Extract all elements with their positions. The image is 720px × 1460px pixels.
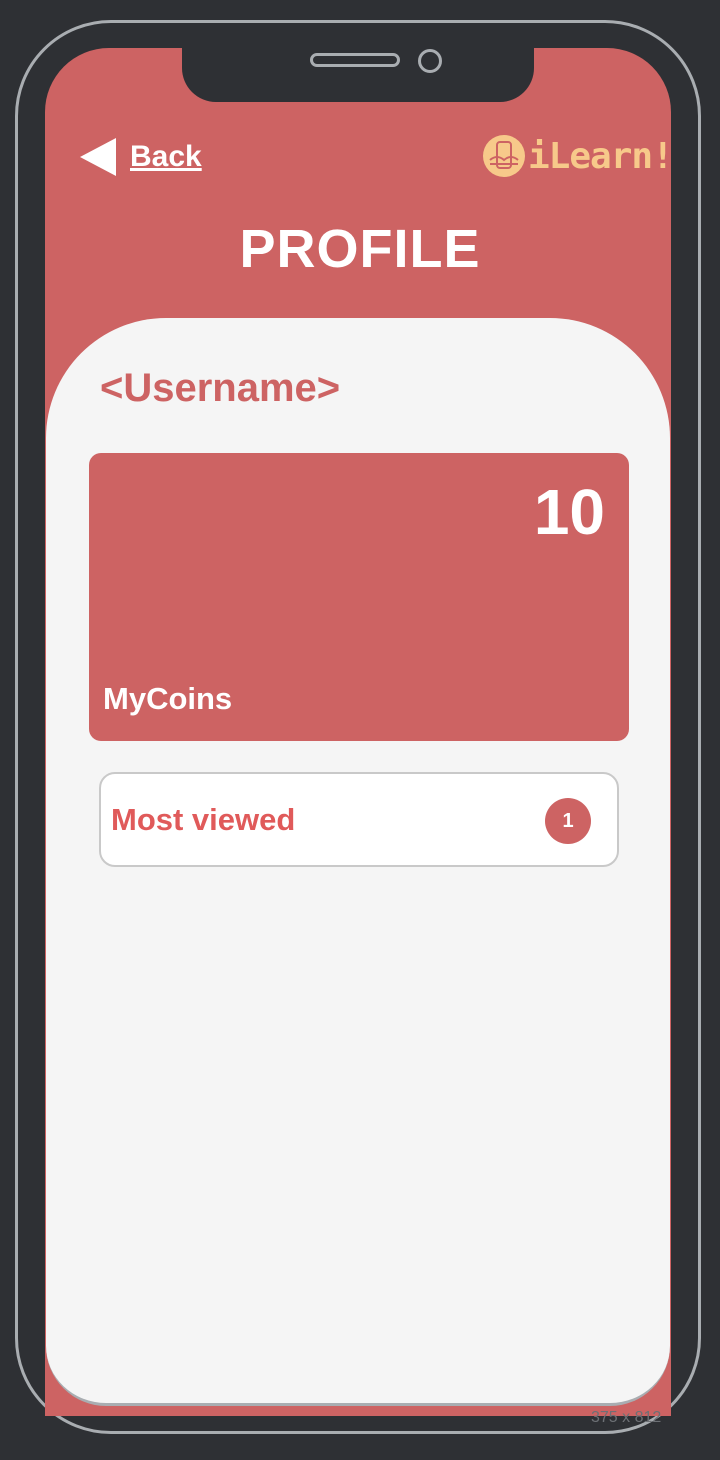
app-logo: iLearn! [482, 134, 674, 178]
coins-value: 10 [533, 476, 605, 548]
front-camera [418, 49, 442, 73]
most-viewed-count-badge: 1 [545, 798, 591, 844]
back-button[interactable]: Back [80, 138, 202, 176]
device-dimensions-label: 375 x 812 [591, 1409, 662, 1426]
back-arrow-icon [80, 138, 116, 176]
username-heading: <Username> [100, 366, 341, 410]
phone-book-icon [483, 135, 525, 177]
most-viewed-item[interactable]: Most viewed 1 [99, 772, 619, 867]
speaker-grille [310, 53, 400, 67]
mycoins-card[interactable]: 10 MyCoins [89, 453, 629, 741]
logo-text: iLearn! [528, 135, 674, 177]
coins-label: MyCoins [103, 681, 233, 716]
page-title: PROFILE [239, 219, 481, 279]
back-label: Back [130, 140, 202, 173]
most-viewed-label: Most viewed [111, 802, 296, 837]
